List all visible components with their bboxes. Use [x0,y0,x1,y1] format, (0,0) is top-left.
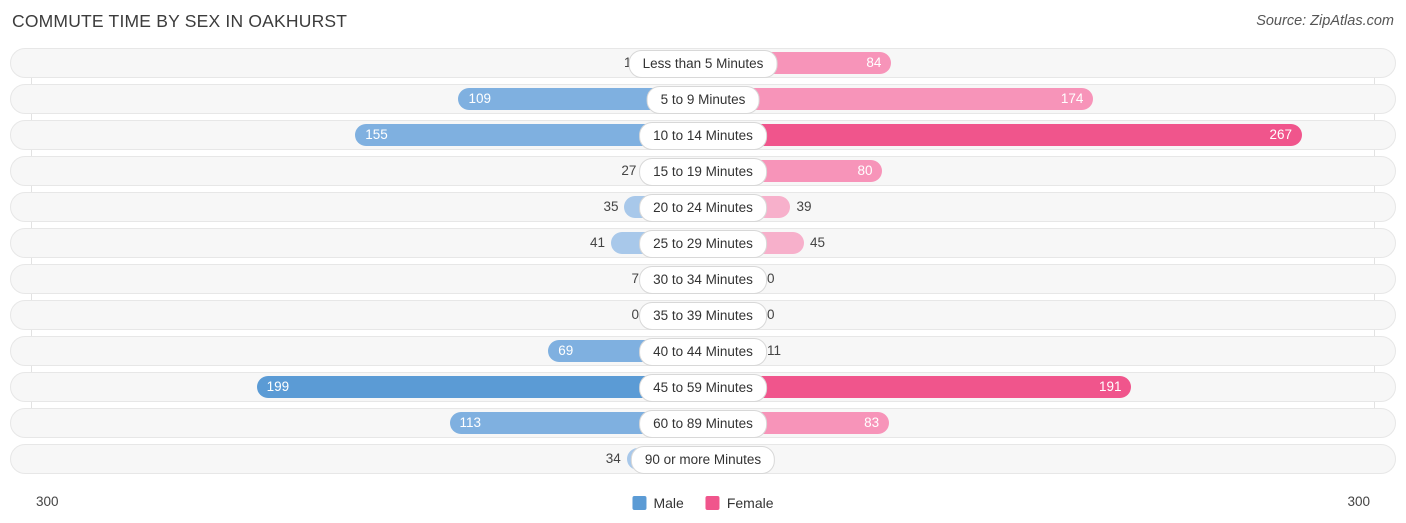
value-label-male: 41 [590,235,606,250]
category-label: 30 to 34 Minutes [639,266,767,294]
value-label-male: 35 [603,199,619,214]
bar-rows: 1884Less than 5 Minutes1091745 to 9 Minu… [0,48,1406,480]
bar-female[interactable] [703,124,1302,146]
plot-area: 1884Less than 5 Minutes1091745 to 9 Minu… [0,48,1406,485]
category-label: 20 to 24 Minutes [639,194,767,222]
legend-swatch-male-icon [632,496,647,510]
table-row[interactable]: 41 45 25 to 29 Minutes [10,228,1396,258]
value-label-male: 69 [558,343,574,358]
value-label-male: 113 [459,415,482,430]
table-row[interactable]: 155 267 10 to 14 Minutes [10,120,1396,150]
category-label: 25 to 29 Minutes [639,230,767,258]
bar-male[interactable] [256,376,703,398]
table-row[interactable]: 113 83 60 to 89 Minutes [10,408,1396,438]
category-label: 60 to 89 Minutes [639,410,767,438]
axis-label-right: 300 [1347,494,1370,509]
table-row[interactable]: 0 0 35 to 39 Minutes [10,300,1396,330]
table-row[interactable]: 1884Less than 5 Minutes [10,48,1396,78]
value-label-male: 34 [605,451,621,466]
source-attribution: Source: ZipAtlas.com [1256,13,1394,29]
table-row[interactable]: 7 0 30 to 34 Minutes [10,264,1396,294]
value-label-female: 174 [1060,91,1084,106]
value-label-female: 45 [809,235,825,250]
axis-label-left: 300 [36,494,59,509]
category-label: 5 to 9 Minutes [646,86,760,114]
legend-item-female[interactable]: Female [705,495,774,511]
table-row[interactable]: 34090 or more Minutes [10,444,1396,474]
value-label-female: 191 [1098,379,1122,394]
category-label: 10 to 14 Minutes [639,122,767,150]
table-row[interactable]: 69 11 40 to 44 Minutes [10,336,1396,366]
category-label: Less than 5 Minutes [628,50,778,78]
value-label-female: 84 [866,55,882,70]
category-label: 15 to 19 Minutes [639,158,767,186]
legend-swatch-female-icon [705,496,720,510]
legend: Male Female [632,495,774,511]
category-label: 45 to 59 Minutes [639,374,767,402]
legend-label-male: Male [653,495,684,511]
category-label: 90 or more Minutes [630,446,776,474]
table-row[interactable]: 109 174 5 to 9 Minutes [10,84,1396,114]
value-label-female: 267 [1269,127,1292,142]
category-label: 35 to 39 Minutes [639,302,767,330]
bar-female[interactable] [703,88,1094,110]
table-row[interactable]: 35 39 20 to 24 Minutes [10,192,1396,222]
value-label-female: 39 [796,199,812,214]
category-label: 40 to 44 Minutes [639,338,767,366]
value-label-male: 109 [468,91,491,106]
page-title: COMMUTE TIME BY SEX IN OAKHURST [12,11,348,31]
value-label-male: 199 [266,379,290,394]
table-row[interactable]: 199 191 45 to 59 Minutes [10,372,1396,402]
bar-female[interactable] [703,376,1132,398]
legend-item-male[interactable]: Male [632,495,684,511]
commute-time-chart: COMMUTE TIME BY SEX IN OAKHURST Source: … [0,0,1406,523]
value-label-female: 80 [857,163,873,178]
legend-label-female: Female [726,495,774,511]
value-label-female: 83 [864,415,880,430]
table-row[interactable]: 27 80 15 to 19 Minutes [10,156,1396,186]
value-label-male: 155 [365,127,388,142]
